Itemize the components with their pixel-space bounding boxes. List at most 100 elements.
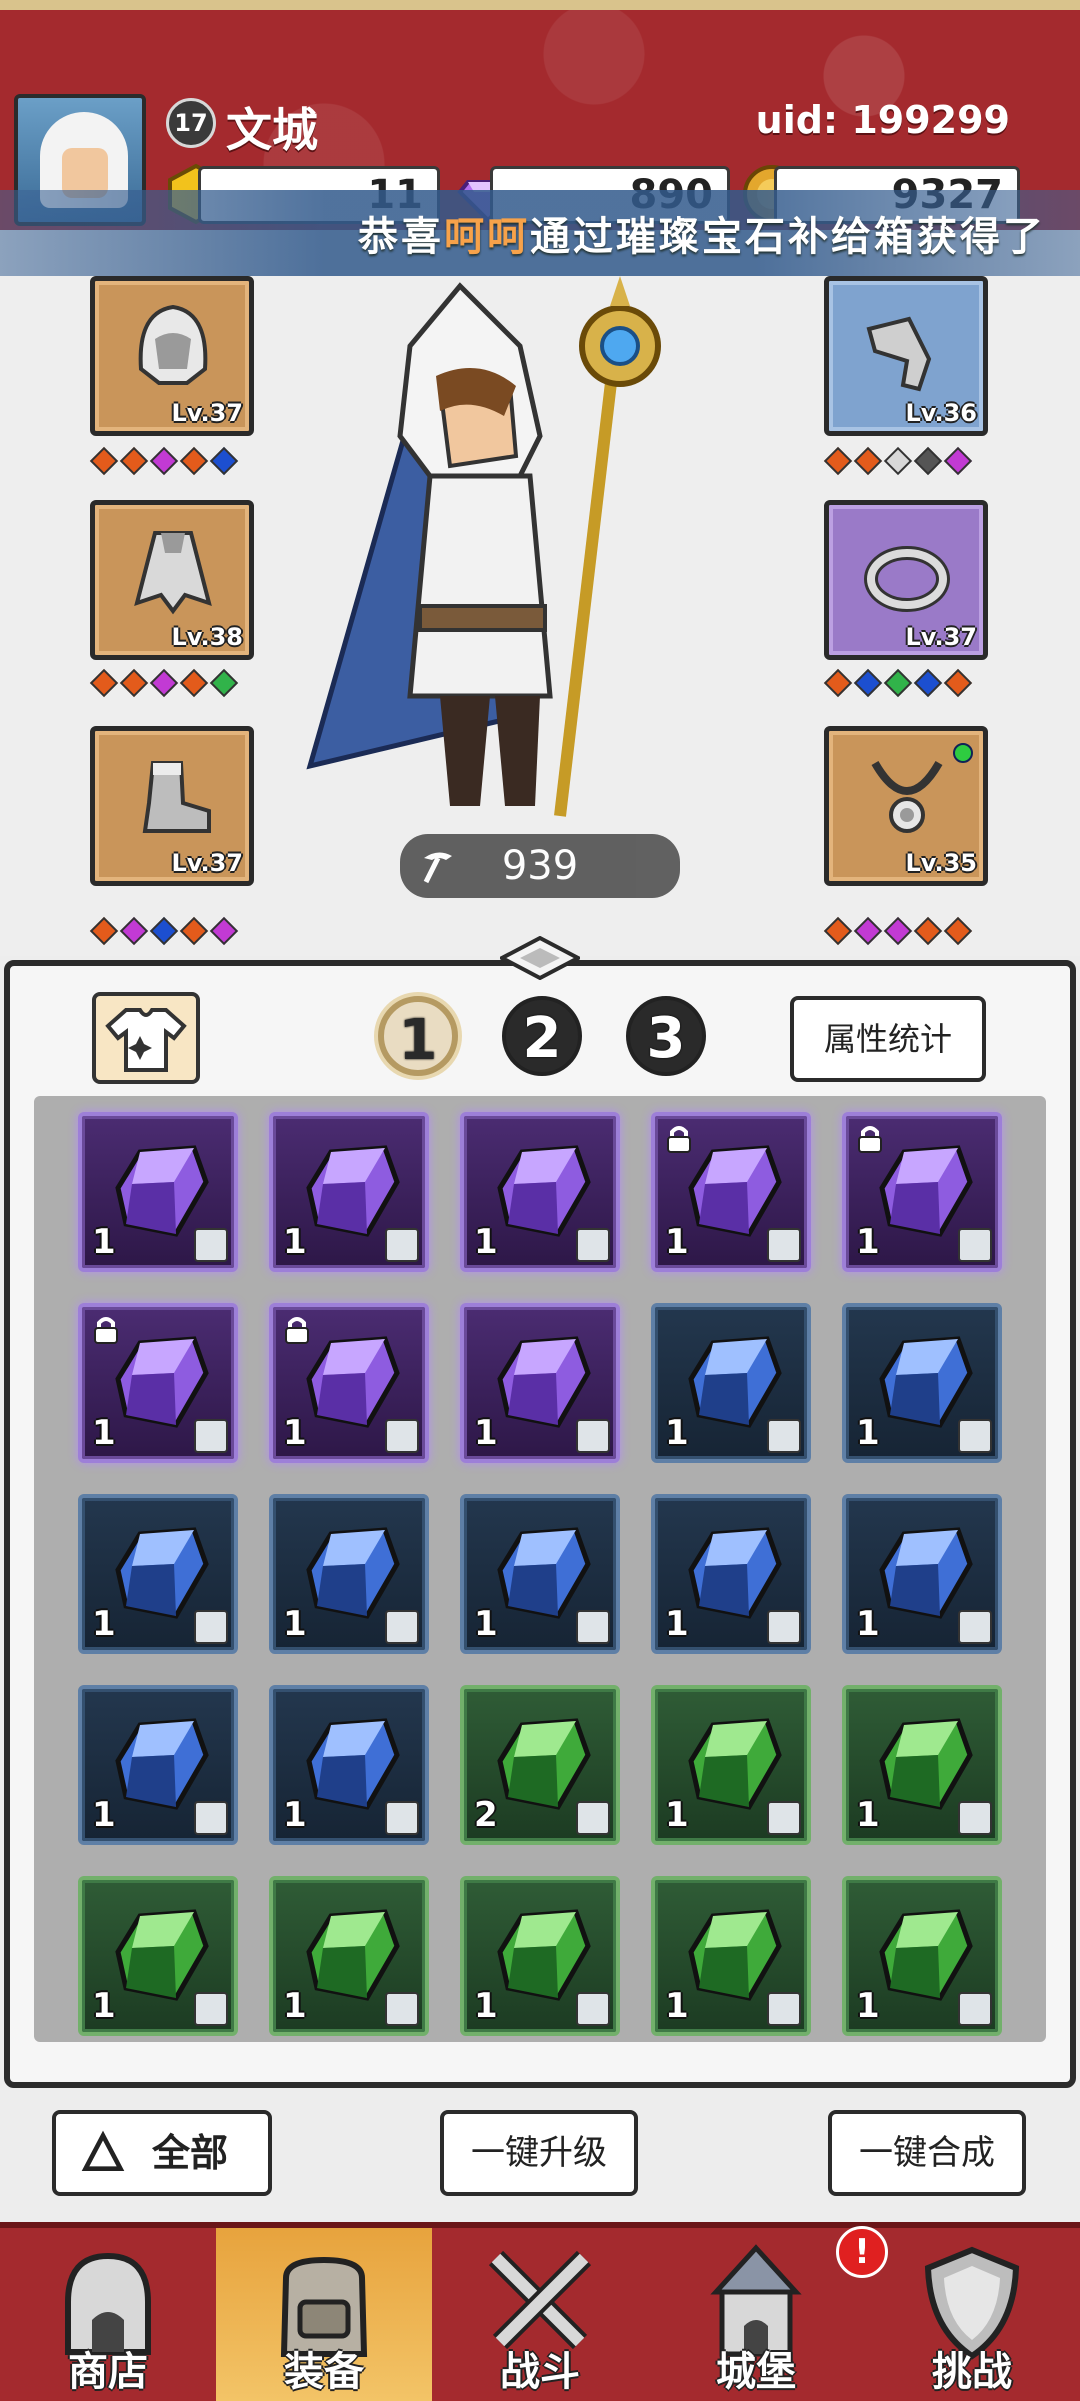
bracer-icon	[866, 316, 932, 392]
socket-diamond	[943, 446, 973, 476]
gem-slot[interactable]: 1	[651, 1112, 811, 1272]
equip-slot-cloak[interactable]: Lv.38	[90, 500, 254, 660]
socket-diamond	[89, 916, 119, 946]
slot-type-icon	[385, 1228, 419, 1262]
lock-icon	[858, 1126, 882, 1153]
equip-slot-bracer[interactable]: Lv.36	[824, 276, 988, 436]
lock-icon	[667, 1126, 691, 1153]
purple-gem-icon	[879, 1145, 973, 1237]
gem-count: 1	[92, 1795, 116, 1835]
gem-slot[interactable]: 1	[460, 1303, 620, 1463]
gem-count: 1	[856, 1222, 880, 1262]
equip-slot-hood[interactable]: Lv.37	[90, 276, 254, 436]
socket-diamond	[119, 446, 149, 476]
gem-count: 1	[856, 1986, 880, 2026]
triangle-up-icon	[81, 2130, 125, 2171]
gem-slot[interactable]: 1	[269, 1685, 429, 1845]
socket-diamond	[119, 916, 149, 946]
socket-diamond	[853, 446, 883, 476]
attribute-stats-button[interactable]: 属性统计	[790, 996, 986, 1082]
gem-slot[interactable]: 1	[460, 1494, 620, 1654]
pickaxe-icon	[423, 852, 452, 884]
purple-gem-icon	[497, 1336, 591, 1428]
panel-tab-ornament	[500, 936, 580, 980]
slot-level: Lv.37	[905, 623, 978, 651]
gem-slot[interactable]: 1	[842, 1494, 1002, 1654]
gem-count: 1	[283, 1222, 307, 1262]
gem-count: 1	[665, 1222, 689, 1262]
slot-type-icon	[385, 1610, 419, 1644]
gem-slot[interactable]: 1	[842, 1112, 1002, 1272]
socket-diamond	[179, 916, 209, 946]
nav-challenge[interactable]: 挑战	[864, 2228, 1080, 2401]
slot-type-icon	[194, 1610, 228, 1644]
gem-count: 1	[92, 1222, 116, 1262]
gem-slot[interactable]: 1	[842, 1685, 1002, 1845]
slot-type-icon	[958, 1228, 992, 1262]
gem-slot[interactable]: 1	[842, 1303, 1002, 1463]
green-gem-icon	[497, 1909, 591, 2001]
outfit-button[interactable]	[92, 992, 200, 1084]
gem-slot[interactable]: 1	[78, 1685, 238, 1845]
gem-slot[interactable]: 1	[842, 1876, 1002, 2036]
page-tab-1[interactable]: 1	[378, 996, 458, 1076]
gem-slot[interactable]: 1	[78, 1112, 238, 1272]
gem-slot[interactable]: 1	[269, 1303, 429, 1463]
gem-count: 1	[665, 1986, 689, 2026]
slot-type-icon	[767, 1419, 801, 1453]
merge-all-button[interactable]: 一键合成	[828, 2110, 1026, 2196]
nav-equipment[interactable]: 装备	[216, 2228, 432, 2401]
gem-slot[interactable]: 1	[78, 1494, 238, 1654]
lock-icon	[94, 1317, 118, 1344]
purple-gem-icon	[306, 1336, 400, 1428]
page-tab-3[interactable]: 3	[626, 996, 706, 1076]
equip-slot-ring[interactable]: Lv.37	[824, 500, 988, 660]
slot-type-icon	[958, 1801, 992, 1835]
gem-slot[interactable]: 1	[651, 1494, 811, 1654]
green-gem-icon	[115, 1909, 209, 2001]
ticker-prefix: 恭喜	[358, 214, 444, 260]
upgrade-all-button[interactable]: 一键升级	[440, 2110, 638, 2196]
purple-gem-icon	[688, 1145, 782, 1237]
bottom-navigation: 商店 装备 战斗 城堡 挑战	[0, 2222, 1080, 2401]
equip-slot-boots[interactable]: Lv.37	[90, 726, 254, 886]
gem-slot[interactable]: 1	[460, 1112, 620, 1272]
gem-slot[interactable]: 1	[269, 1876, 429, 2036]
nav-castle[interactable]: 城堡	[648, 2228, 864, 2401]
socket-diamond	[883, 446, 913, 476]
blue-gem-icon	[879, 1336, 973, 1428]
gem-slot[interactable]: 1	[269, 1112, 429, 1272]
gem-slot[interactable]: 1	[78, 1303, 238, 1463]
castle-alert-badge: !	[836, 2226, 888, 2278]
equip-slot-necklace[interactable]: Lv.35	[824, 726, 988, 886]
socket-diamond	[179, 668, 209, 698]
socket-diamond	[209, 668, 239, 698]
filter-all-button[interactable]: 全部	[52, 2110, 272, 2196]
slot-type-icon	[194, 1419, 228, 1453]
gem-count: 1	[283, 1604, 307, 1644]
hero-character	[306, 276, 661, 817]
socket-diamond	[913, 668, 943, 698]
gem-slot[interactable]: 1	[269, 1494, 429, 1654]
nav-battle[interactable]: 战斗	[432, 2228, 648, 2401]
socket-diamond	[943, 916, 973, 946]
gem-count: 1	[856, 1413, 880, 1453]
slot-level: Lv.38	[171, 623, 244, 651]
slot-type-icon	[576, 1228, 610, 1262]
page-tab-2[interactable]: 2	[502, 996, 582, 1076]
nav-shop[interactable]: 商店	[0, 2228, 216, 2401]
green-gem-icon	[306, 1909, 400, 2001]
combat-power-display: 939	[400, 834, 680, 898]
hood-socket-row	[89, 446, 239, 476]
socket-diamond	[149, 668, 179, 698]
gem-slot[interactable]: 1	[651, 1876, 811, 2036]
gem-slot[interactable]: 2	[460, 1685, 620, 1845]
blue-gem-icon	[115, 1527, 209, 1619]
gem-slot[interactable]: 1	[460, 1876, 620, 2036]
purple-gem-icon	[497, 1145, 591, 1237]
slot-type-icon	[576, 1610, 610, 1644]
gem-slot[interactable]: 1	[651, 1303, 811, 1463]
gem-slot[interactable]: 1	[78, 1876, 238, 2036]
socket-diamond	[913, 916, 943, 946]
gem-slot[interactable]: 1	[651, 1685, 811, 1845]
